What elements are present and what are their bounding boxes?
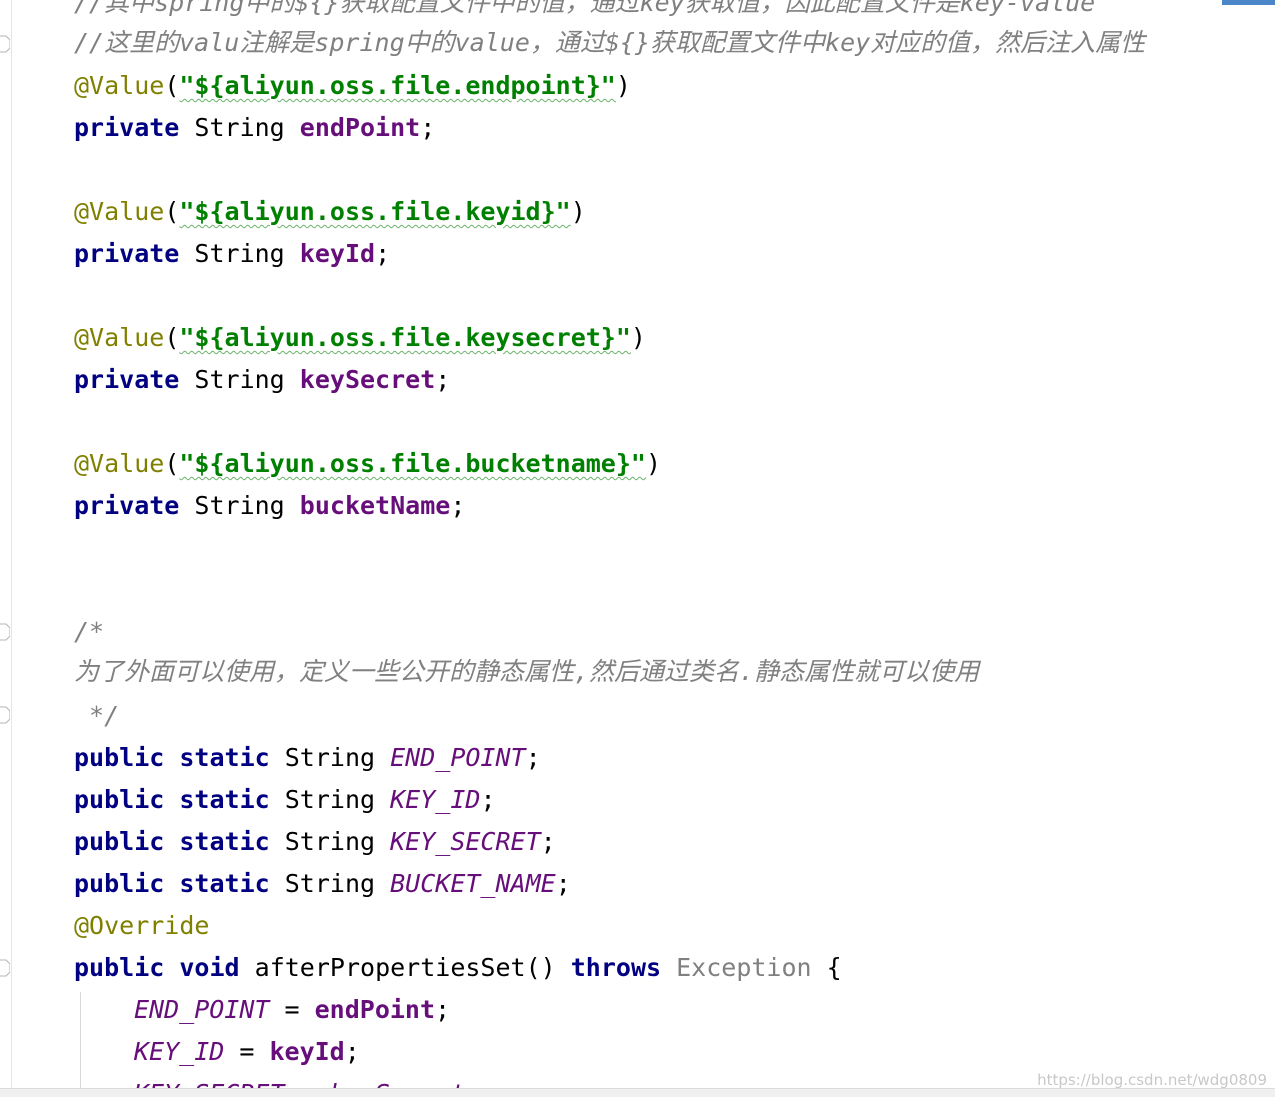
code-comment-line: //这里的valu注解是spring中的value，通过${}获取配置文件中ke… <box>74 28 1146 57</box>
fold-marker-icon[interactable] <box>0 34 10 54</box>
fold-marker-icon[interactable] <box>0 958 10 978</box>
horizontal-scrollbar[interactable] <box>0 1088 1275 1097</box>
fold-marker-icon[interactable] <box>0 622 10 642</box>
code-line-annotation: @Value("${aliyun.oss.file.keyid}") <box>74 197 586 226</box>
code-line-static-field: public static String END_POINT; <box>74 743 541 772</box>
code-line-assignment: KEY_ID = keyId; <box>134 1037 360 1066</box>
fold-marker-icon[interactable] <box>0 705 10 725</box>
code-line-method-signature: public void afterPropertiesSet() throws … <box>74 953 842 982</box>
code-comment-close: */ <box>74 701 120 730</box>
code-comment-open: /* <box>74 617 105 646</box>
editor-gutter <box>0 0 12 1097</box>
code-line-field: private String endPoint; <box>74 113 436 142</box>
indent-guide <box>80 992 81 1097</box>
code-line-annotation: @Value("${aliyun.oss.file.bucketname}") <box>74 449 662 478</box>
code-line-annotation: @Value("${aliyun.oss.file.keysecret}") <box>74 323 646 352</box>
code-line-override-annotation: @Override <box>74 911 210 940</box>
code-line-assignment: END_POINT = endPoint; <box>134 995 451 1024</box>
code-line-static-field: public static String KEY_ID; <box>74 785 496 814</box>
code-line-static-field: public static String KEY_SECRET; <box>74 827 556 856</box>
code-line-field: private String keySecret; <box>74 365 451 394</box>
watermark-text: https://blog.csdn.net/wdg0809 <box>1037 1071 1267 1089</box>
code-comment-line: //其中spring中的${}获取配置文件中的值，通过key获取值，因此配置文件… <box>74 0 1096 17</box>
code-editor[interactable]: //其中spring中的${}获取配置文件中的值，通过key获取值，因此配置文件… <box>0 0 1275 1097</box>
scroll-position-indicator <box>1222 0 1275 5</box>
code-line-field: private String bucketName; <box>74 491 466 520</box>
code-comment-body: 为了外面可以使用，定义一些公开的静态属性,然后通过类名.静态属性就可以使用 <box>74 657 980 686</box>
code-line-annotation: @Value("${aliyun.oss.file.endpoint}") <box>74 71 631 100</box>
code-line-field: private String keyId; <box>74 239 391 268</box>
code-line-static-field: public static String BUCKET_NAME; <box>74 869 571 898</box>
